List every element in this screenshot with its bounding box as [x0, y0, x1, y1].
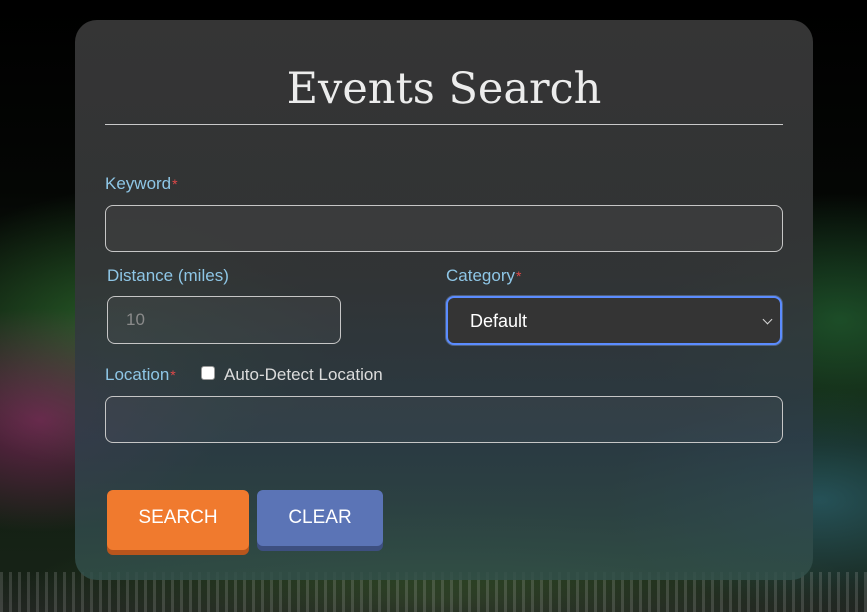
keyword-input[interactable] — [105, 205, 783, 252]
search-button[interactable]: SEARCH — [107, 490, 249, 550]
required-asterisk: * — [172, 176, 178, 192]
category-label: Category* — [446, 266, 521, 286]
auto-detect-checkbox[interactable] — [201, 366, 215, 380]
chevron-down-icon — [762, 314, 773, 325]
required-asterisk: * — [170, 367, 176, 383]
location-label-text: Location — [105, 365, 170, 384]
page-title: Events Search — [286, 64, 602, 114]
search-form-card: Events Search Keyword* Distance (miles) … — [75, 20, 813, 580]
location-label: Location* — [105, 365, 176, 385]
category-select[interactable]: Default — [446, 296, 782, 345]
category-label-text: Category — [446, 266, 515, 285]
title-divider — [105, 124, 783, 125]
location-input[interactable] — [105, 396, 783, 443]
keyword-label: Keyword* — [105, 174, 178, 194]
required-asterisk: * — [515, 268, 522, 284]
clear-button[interactable]: CLEAR — [257, 490, 383, 546]
keyword-label-text: Keyword — [105, 174, 172, 193]
distance-input[interactable] — [107, 296, 341, 344]
distance-label-text: Distance (miles) — [107, 266, 229, 285]
distance-label: Distance (miles) — [107, 266, 229, 286]
auto-detect-label[interactable]: Auto-Detect Location — [224, 365, 383, 385]
category-selected-value: Default — [470, 311, 528, 331]
